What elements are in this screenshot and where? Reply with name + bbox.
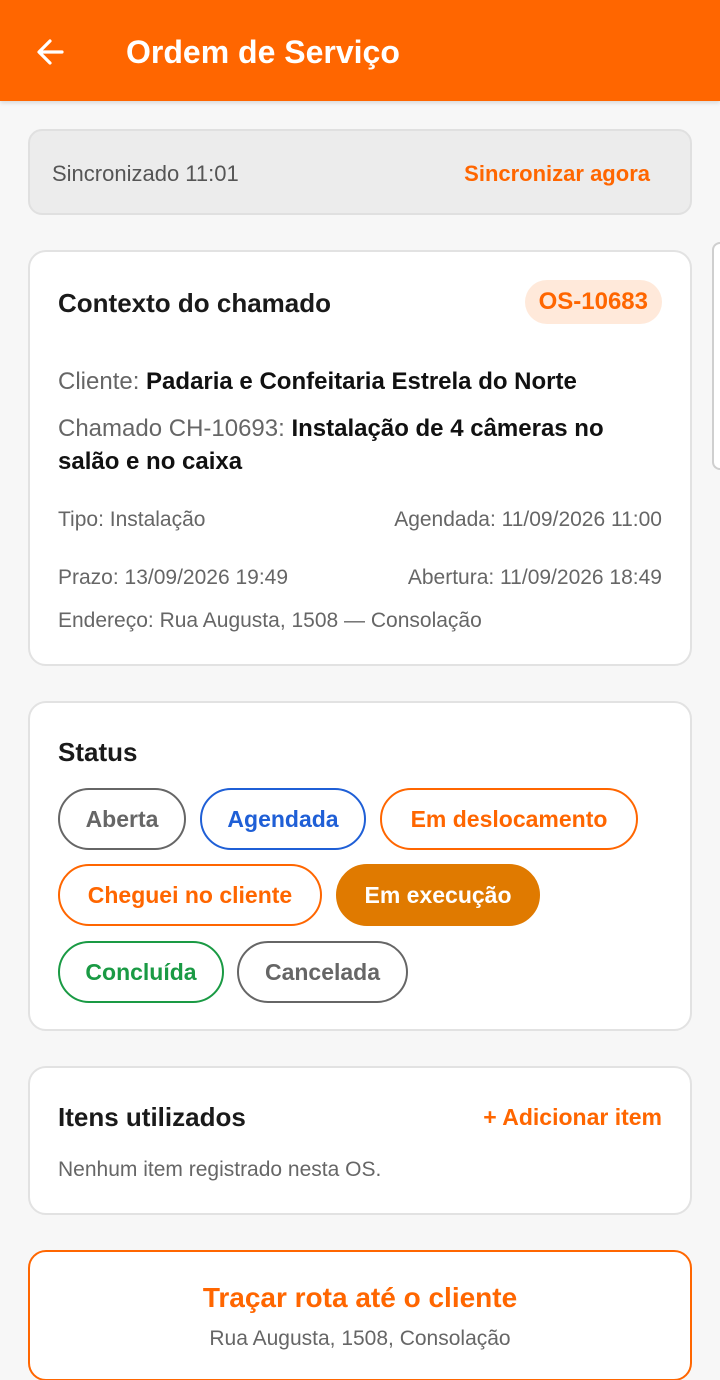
address: Endereço: Rua Augusta, 1508 — Consolação: [58, 609, 482, 632]
status-chip-cancelada[interactable]: Cancelada: [237, 941, 408, 1003]
status-chip-cheguei-no-cliente[interactable]: Cheguei no cliente: [58, 864, 322, 926]
route-title: Traçar rota até o cliente: [202, 1282, 518, 1313]
status-chip-em-execucao[interactable]: Em execução: [336, 864, 540, 926]
deadline-date: Prazo: 13/09/2026 19:49: [58, 566, 289, 589]
client-line: Cliente: Padaria e Confeitaria Estrela d…: [58, 365, 662, 398]
os-number-badge: OS-10683: [524, 280, 662, 324]
ticket-line: Chamado CH-10693: Instalação de 4 câmera…: [58, 412, 662, 478]
route-address: Rua Augusta, 1508, Consolação: [209, 1327, 511, 1350]
back-button[interactable]: [22, 30, 78, 74]
context-title: Contexto do chamado: [58, 288, 332, 318]
items-title: Itens utilizados: [58, 1102, 246, 1132]
add-item-button[interactable]: + Adicionar item: [483, 1104, 662, 1131]
status-chip-aberta[interactable]: Aberta: [58, 788, 186, 850]
ticket-label: Chamado CH-10693:: [58, 415, 292, 442]
items-empty-text: Nenhum item registrado nesta OS.: [58, 1158, 382, 1181]
sync-status: Sincronizado 11:01: [52, 161, 239, 186]
items-card: Itens utilizados + Adicionar item Nenhum…: [28, 1066, 692, 1215]
status-title: Status: [58, 737, 138, 767]
status-card: Status Aberta Agendada Em deslocamento C…: [28, 701, 692, 1031]
app-bar: Ordem de Serviço: [0, 0, 720, 101]
opened-date: Abertura: 11/09/2026 18:49: [407, 566, 662, 589]
route-to-client-button[interactable]: Traçar rota até o cliente Rua Augusta, 1…: [28, 1250, 692, 1380]
status-chip-agendada[interactable]: Agendada: [200, 788, 366, 850]
sync-now-button[interactable]: Sincronizar agora: [464, 161, 650, 187]
service-type: Tipo: Instalação: [58, 508, 206, 531]
client-label: Cliente:: [58, 368, 147, 395]
side-panel-handle[interactable]: [712, 242, 720, 470]
page-title: Ordem de Serviço: [126, 34, 400, 70]
context-card: Contexto do chamado OS-10683 Cliente: Pa…: [28, 250, 692, 666]
client-name: Padaria e Confeitaria Estrela do Norte: [146, 368, 577, 395]
status-chip-concluida[interactable]: Concluída: [58, 941, 224, 1003]
sync-bar: Sincronizado 11:01 Sincronizar agora: [28, 129, 692, 215]
arrow-left-icon: [37, 39, 64, 65]
scheduled-date: Agendada: 11/09/2026 11:00: [394, 508, 662, 531]
status-chip-em-deslocamento[interactable]: Em deslocamento: [380, 788, 638, 850]
